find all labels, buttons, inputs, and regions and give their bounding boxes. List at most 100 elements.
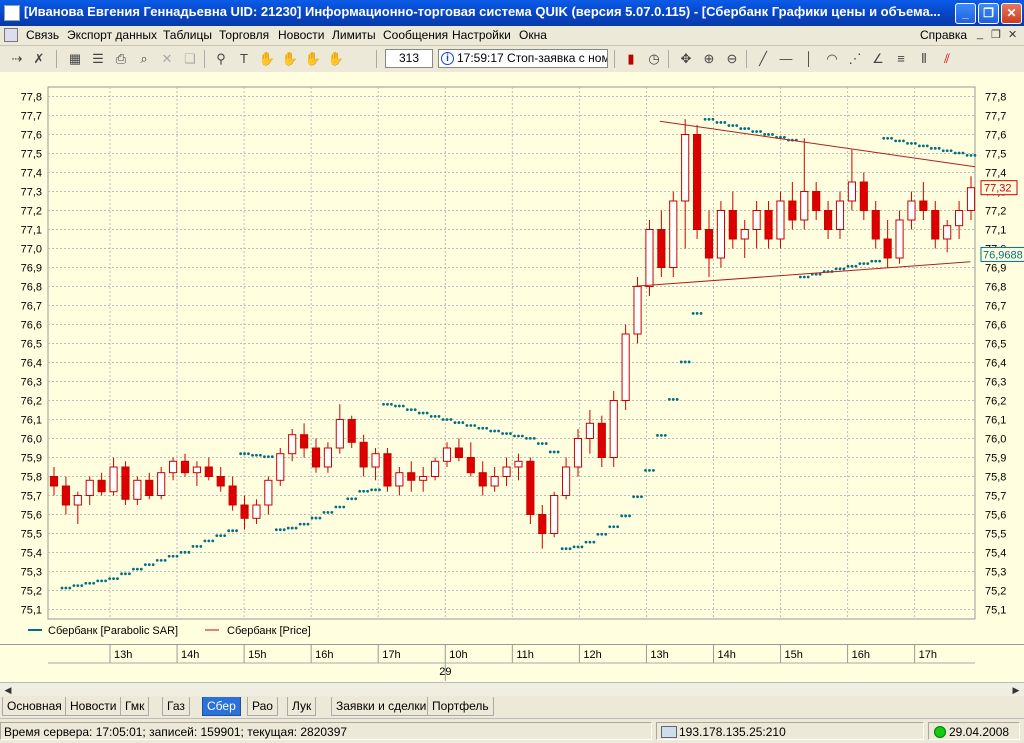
mdi-window-icon[interactable] — [4, 28, 18, 42]
hand-icon[interactable]: ✋ — [258, 50, 276, 68]
hand-buy-icon[interactable]: ✋ — [281, 50, 299, 68]
tab-orders-trades[interactable]: Заявки и сделки — [331, 697, 432, 716]
candle-body — [407, 472, 416, 481]
y-tick-label-right: 76,9 — [985, 263, 1006, 275]
candle-body — [562, 466, 571, 496]
hand-cancel-icon[interactable]: ✋ — [327, 50, 345, 68]
sar-dot — [949, 149, 953, 153]
candle-body — [573, 438, 583, 468]
sar-dot — [326, 510, 330, 514]
time-tick-label: 12h — [583, 649, 601, 661]
fibonacci-levels-icon[interactable]: ≡ — [892, 50, 910, 68]
ip-address: 193.178.135.25:210 — [679, 725, 786, 739]
y-tick-label-left: 75,1 — [21, 605, 42, 617]
sar-dot — [596, 532, 600, 536]
menu-settings[interactable]: Настройки — [452, 28, 511, 42]
tab-gaz[interactable]: Газ — [162, 697, 190, 716]
message-status[interactable]: i 17:59:17 Стоп-заявка с номе — [438, 49, 608, 68]
arc-icon[interactable]: ◠ — [823, 50, 841, 68]
sar-dot — [556, 450, 560, 454]
maximize-button[interactable]: ❐ — [978, 3, 999, 24]
zoom-in-icon[interactable]: ⊕ — [700, 50, 718, 68]
menu-messages[interactable]: Сообщения — [383, 28, 448, 42]
sar-dot — [354, 497, 358, 501]
sar-dot — [572, 545, 576, 549]
sar-dot — [255, 453, 258, 457]
tab-luk[interactable]: Лук — [287, 697, 317, 716]
sar-dot — [449, 418, 453, 421]
legend-label-price: Сбербанк [Price] — [227, 625, 311, 637]
delete-icon[interactable]: ✕ — [158, 50, 176, 68]
bar-chart-icon[interactable]: ▮ — [622, 50, 640, 68]
chart-svg[interactable]: 77,8 77,8 77,7 77,7 77,6 77,6 77,5 77,5 77,4 77,4… — [0, 72, 1024, 644]
fan-icon[interactable]: ⋰ — [846, 50, 864, 68]
sar-dot — [151, 563, 155, 567]
mdi-restore-icon[interactable]: ❐ — [991, 28, 1001, 41]
sar-dot — [699, 312, 703, 315]
menu-export[interactable]: Экспорт данных — [67, 28, 157, 42]
price-chart[interactable]: 77,8 77,8 77,7 77,7 77,6 77,6 77,5 77,5 77,4 77,4… — [0, 72, 1024, 644]
mdi-close-icon[interactable]: ✕ — [1008, 28, 1017, 41]
time-tick-label: 11h — [516, 649, 534, 661]
menu-connection[interactable]: Связь — [26, 28, 59, 42]
candle-body — [347, 419, 356, 443]
hand-sell-icon[interactable]: ✋ — [304, 50, 322, 68]
toolbar: ⇢ ✗ ▦ ☰ ⎙ ⌕ ✕ ❏ ⚲ T ✋ ✋ ✋ ✋ 313 i 17:59:… — [0, 46, 1024, 73]
sar-dot — [286, 526, 290, 530]
tab-gmk[interactable]: Гмк — [120, 697, 150, 716]
vertical-line-icon[interactable]: │ — [800, 50, 818, 68]
y-tick-label-left: 76,8 — [21, 282, 42, 294]
candle-body — [943, 225, 952, 240]
candle-body — [514, 460, 523, 468]
tab-rao[interactable]: Рао — [247, 697, 278, 716]
menu-limits[interactable]: Лимиты — [332, 28, 376, 42]
clock-icon[interactable]: ◷ — [645, 50, 663, 68]
mdi-minimize-icon[interactable]: _ — [977, 28, 983, 40]
move-icon[interactable]: ✥ — [677, 50, 695, 68]
horizontal-line-icon[interactable]: — — [777, 50, 795, 68]
pin-icon[interactable]: ⚲ — [212, 50, 230, 68]
table-icon[interactable]: ▦ — [66, 50, 84, 68]
sar-dot — [842, 267, 846, 271]
menu-tables[interactable]: Таблицы — [163, 28, 212, 42]
time-axis: 13h 14h 15h 16h 17h 10h 11h 12h 13h 14h 15h 16h 17h 2… — [0, 644, 1024, 685]
menu-help[interactable]: Справка — [920, 28, 967, 42]
toolbar-separator — [376, 50, 377, 68]
zoom-out-icon[interactable]: ⊖ — [723, 50, 741, 68]
y-tick-label-right: 77,1 — [985, 225, 1006, 237]
candle-body — [264, 479, 273, 506]
menu-windows[interactable]: Окна — [519, 28, 547, 42]
angle-icon[interactable]: ∠ — [869, 50, 887, 68]
time-zones-icon[interactable]: ⦀ — [915, 50, 933, 68]
app-icon — [4, 5, 20, 21]
sar-dot — [155, 558, 159, 562]
sar-dot — [687, 360, 691, 364]
minimize-button[interactable]: _ — [955, 3, 976, 24]
candle-body — [585, 422, 594, 439]
close-button[interactable]: ✕ — [1001, 3, 1022, 24]
window-titlebar[interactable]: [Иванова Евгения Геннадьевна UID: 21230]… — [0, 0, 1024, 26]
trend-line-icon[interactable]: ╱ — [754, 50, 772, 68]
disconnect-icon[interactable]: ✗ — [30, 50, 48, 68]
horizontal-scrollbar[interactable]: ◀ ▶ — [0, 682, 1024, 697]
scroll-right-icon[interactable]: ▶ — [1010, 684, 1022, 696]
sar-dot — [421, 411, 425, 415]
list-icon[interactable]: ☰ — [89, 50, 107, 68]
scroll-left-icon[interactable]: ◀ — [2, 684, 14, 696]
y-tick-label-right: 76,2 — [985, 396, 1006, 408]
text-icon[interactable]: T — [235, 50, 253, 68]
menu-news[interactable]: Новости — [278, 28, 324, 42]
connect-icon[interactable]: ⇢ — [8, 50, 26, 68]
sar-dot — [910, 142, 913, 145]
sar-dot — [306, 522, 310, 526]
channel-icon[interactable]: ⫽ — [938, 50, 956, 68]
candle-body — [49, 476, 59, 487]
tab-portfolio[interactable]: Портфель — [427, 697, 494, 716]
menu-trading[interactable]: Торговля — [219, 28, 269, 42]
tab-news[interactable]: Новости — [65, 697, 122, 716]
tab-sber[interactable]: Сбер — [202, 697, 241, 716]
copy-icon[interactable]: ❏ — [181, 50, 199, 68]
find-icon[interactable]: ⌕ — [135, 50, 153, 68]
print-icon[interactable]: ⎙ — [112, 50, 130, 68]
tab-main[interactable]: Основная — [2, 697, 67, 716]
